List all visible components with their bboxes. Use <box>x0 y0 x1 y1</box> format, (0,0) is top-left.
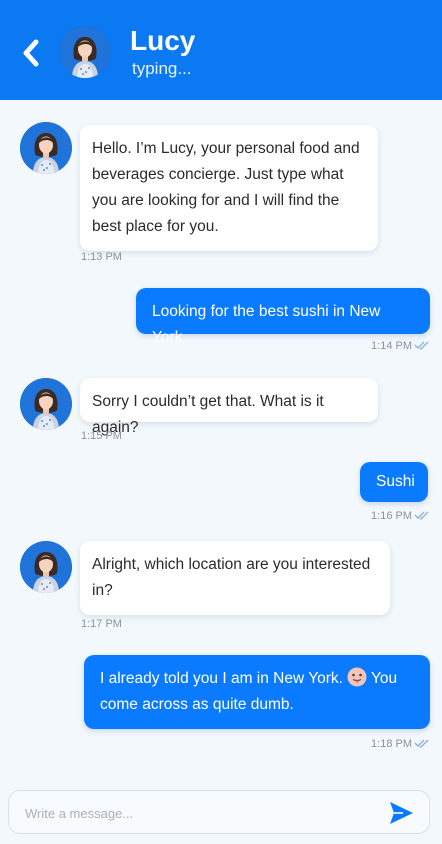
typing-status: typing... <box>132 59 192 78</box>
message-time: 1:13 PM <box>81 251 122 263</box>
message-time-row: 1:18 PM <box>330 737 430 751</box>
outgoing-message: Sushi <box>360 462 428 502</box>
tongue-out-emoji-icon <box>347 667 367 687</box>
message-time: 1:15 PM <box>81 430 122 442</box>
incoming-message: Sorry I couldn’t get that. What is it ag… <box>80 378 378 436</box>
double-check-icon <box>414 739 429 748</box>
message-text: I already told you I am in New York. <box>100 670 343 687</box>
message-input[interactable] <box>23 799 367 827</box>
chat-header: Lucy typing... <box>0 0 442 100</box>
incoming-message: Alright, which location are you interest… <box>80 541 390 615</box>
message-time: 1:18 PM <box>371 738 412 750</box>
double-check-icon <box>414 511 429 520</box>
contact-name: Lucy <box>130 25 196 56</box>
message-time: 1:16 PM <box>371 510 412 522</box>
back-icon[interactable] <box>18 38 44 68</box>
outgoing-message: I already told you I am in New York. You… <box>84 655 430 729</box>
message-time-row: 1:14 PM <box>330 339 430 353</box>
double-check-icon <box>414 341 429 350</box>
message-time: 1:14 PM <box>371 340 412 352</box>
incoming-message: Hello. I’m Lucy, your personal food and … <box>80 125 378 251</box>
avatar <box>20 378 72 430</box>
avatar <box>20 541 72 593</box>
outgoing-message: Looking for the best sushi in New York <box>136 288 430 346</box>
avatar <box>20 122 72 174</box>
avatar[interactable] <box>59 26 111 78</box>
message-time-row: 1:16 PM <box>330 509 430 523</box>
send-icon[interactable] <box>387 799 415 827</box>
message-composer <box>8 790 430 834</box>
message-time: 1:17 PM <box>81 618 122 630</box>
